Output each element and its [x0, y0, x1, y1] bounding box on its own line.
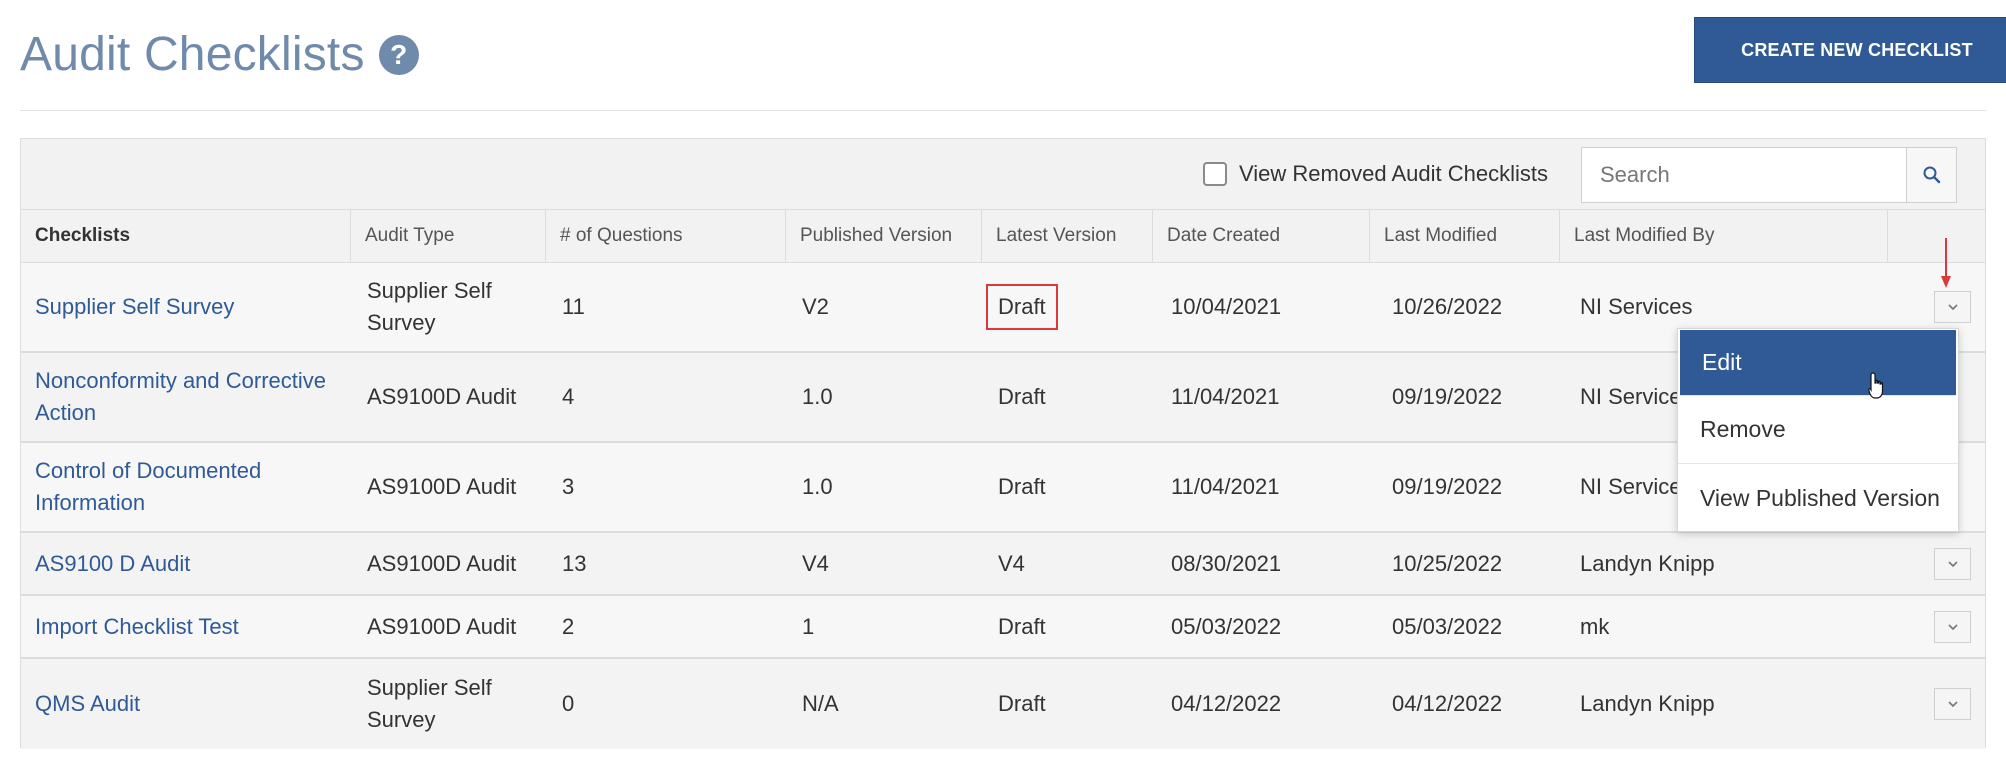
published-version: N/A: [802, 691, 839, 716]
latest-version: Draft: [998, 384, 1046, 409]
row-actions-cell: [1888, 659, 1985, 749]
latest-version: Draft: [998, 691, 1046, 716]
row-actions-cell: [1888, 596, 1985, 657]
column-header[interactable]: Date Created: [1153, 210, 1370, 262]
table-row: AS9100 D Audit AS9100D Audit 13 V4 V4 08…: [21, 533, 1985, 596]
column-header[interactable]: Checklists: [21, 210, 351, 262]
checklist-name-link[interactable]: Nonconformity and Corrective Action: [21, 353, 351, 441]
row-actions-button[interactable]: [1934, 291, 1971, 323]
menu-item-view-published-version[interactable]: View Published Version: [1678, 464, 1958, 532]
audit-type: Supplier Self Survey: [367, 278, 492, 335]
table-header: Checklists Audit Type # of Questions Pub…: [21, 209, 1985, 263]
published-version: V2: [802, 294, 829, 319]
search-input[interactable]: [1582, 148, 1906, 202]
help-icon[interactable]: ?: [378, 35, 419, 75]
checklist-name-link[interactable]: QMS Audit: [21, 659, 351, 749]
audit-type: AS9100D Audit: [367, 384, 517, 409]
published-version: 1.0: [802, 474, 833, 499]
published-version: 1: [802, 613, 815, 639]
view-removed-toggle[interactable]: View Removed Audit Checklists: [1203, 161, 1548, 187]
date-created: 04/12/2022: [1171, 691, 1282, 716]
chevron-down-icon: [1947, 623, 1958, 630]
last-modified: 09/19/2022: [1392, 474, 1503, 499]
search-icon: [1923, 166, 1940, 184]
latest-version: V4: [998, 550, 1025, 576]
column-header[interactable]: Last Modified By: [1560, 210, 1888, 262]
page-header: Audit Checklists ?: [20, 22, 419, 88]
column-header-actions: [1888, 210, 1985, 262]
chevron-down-icon: [1947, 560, 1958, 567]
audit-type: Supplier Self Survey: [367, 675, 492, 732]
menu-item-edit[interactable]: Edit: [1680, 330, 1956, 396]
audit-type: AS9100D Audit: [367, 474, 517, 499]
create-new-checklist-button[interactable]: CREATE NEW CHECKLIST: [1694, 17, 2006, 83]
question-count: 13: [562, 550, 587, 576]
published-version: V4: [802, 550, 829, 576]
column-header[interactable]: Published Version: [786, 210, 982, 262]
latest-version: Draft: [998, 613, 1046, 639]
latest-version-cell: Draft: [982, 263, 1153, 351]
pointer-cursor-icon: [1868, 372, 1884, 399]
chevron-down-icon: [1947, 701, 1958, 708]
last-modified: 04/12/2022: [1392, 691, 1503, 716]
checklist-name-link[interactable]: Supplier Self Survey: [21, 263, 351, 351]
header-divider: [20, 110, 1986, 111]
checklist-name-link[interactable]: Control of Documented Information: [21, 443, 351, 531]
column-header[interactable]: Last Modified: [1370, 210, 1560, 262]
last-modified-by: Landyn Knipp: [1580, 691, 1715, 716]
chevron-down-icon: [1947, 304, 1958, 311]
audit-type: AS9100D Audit: [367, 550, 517, 576]
search-button[interactable]: [1906, 148, 1956, 202]
page-title: Audit Checklists: [20, 28, 365, 81]
last-modified-by: Landyn Knipp: [1580, 550, 1715, 576]
last-modified: 10/25/2022: [1392, 550, 1503, 576]
column-header[interactable]: Audit Type: [351, 210, 546, 262]
checklist-name-link[interactable]: AS9100 D Audit: [21, 533, 351, 594]
search-box: [1581, 147, 1957, 203]
question-count: 3: [562, 474, 575, 499]
row-actions-cell: [1888, 533, 1985, 594]
last-modified: 09/19/2022: [1392, 384, 1503, 409]
audit-type: AS9100D Audit: [367, 613, 517, 639]
last-modified: 05/03/2022: [1392, 613, 1503, 639]
checklist-name-link[interactable]: Import Checklist Test: [21, 596, 351, 657]
column-header[interactable]: Latest Version: [982, 210, 1153, 262]
date-created: 11/04/2021: [1171, 384, 1280, 409]
date-created: 08/30/2021: [1171, 550, 1282, 576]
row-actions-button[interactable]: [1934, 688, 1971, 720]
view-removed-checkbox[interactable]: [1203, 162, 1227, 186]
table-row: QMS Audit Supplier Self Survey 0 N/A Dra…: [21, 659, 1985, 749]
row-actions-menu: Edit Remove View Published Version: [1677, 328, 1959, 532]
question-count: 2: [562, 613, 575, 639]
question-count: 4: [562, 384, 575, 409]
app-root: Audit Checklists ? CREATE NEW CHECKLIST …: [0, 0, 2006, 768]
latest-version-highlight: Draft: [986, 284, 1058, 330]
red-arrow-annotation: [1941, 238, 1951, 288]
row-actions-button[interactable]: [1934, 610, 1971, 643]
date-created: 11/04/2021: [1171, 474, 1280, 499]
date-created: 05/03/2022: [1171, 613, 1282, 639]
table-row: Import Checklist Test AS9100D Audit 2 1 …: [21, 596, 1985, 659]
date-created: 10/04/2021: [1171, 294, 1282, 319]
latest-version: Draft: [998, 474, 1046, 499]
menu-item-remove[interactable]: Remove: [1678, 396, 1958, 464]
column-header[interactable]: # of Questions: [546, 210, 786, 262]
last-modified: 10/26/2022: [1392, 294, 1503, 319]
row-actions-button[interactable]: [1934, 547, 1971, 580]
published-version: 1.0: [802, 384, 833, 409]
question-count: 11: [562, 294, 585, 319]
question-count: 0: [562, 691, 575, 716]
last-modified-by: mk: [1580, 613, 1610, 639]
view-removed-label: View Removed Audit Checklists: [1239, 161, 1548, 186]
table-toolbar: View Removed Audit Checklists: [21, 139, 1985, 209]
